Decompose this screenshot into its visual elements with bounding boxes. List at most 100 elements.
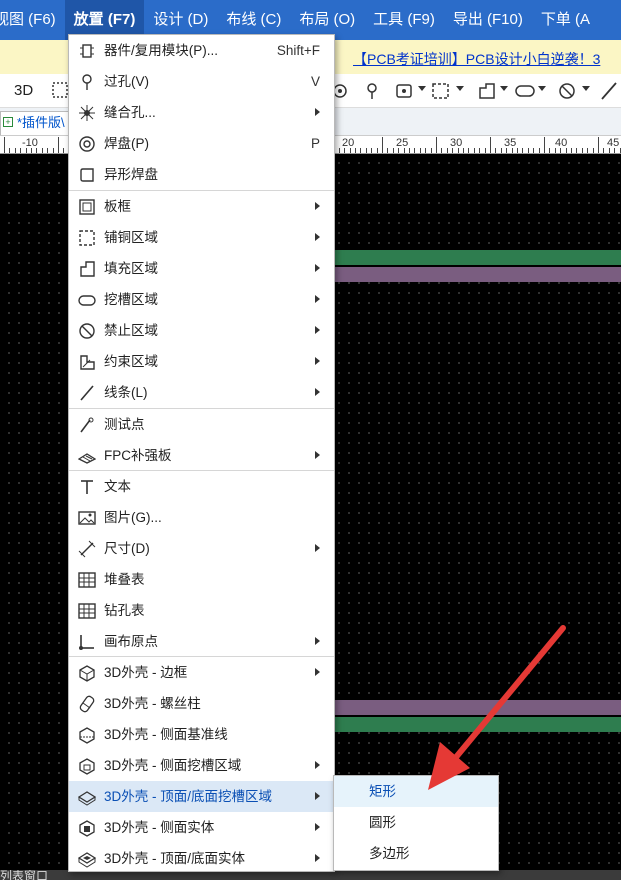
menu-item[interactable]: 测试点: [69, 409, 334, 440]
test-point-icon: [80, 417, 94, 433]
menu-item[interactable]: 3D外壳 - 侧面实体: [69, 812, 334, 843]
menu-item[interactable]: 挖槽区域: [69, 284, 334, 315]
ruler-tick: [430, 148, 432, 153]
3d-view-button[interactable]: 3D: [14, 82, 33, 99]
menu-item[interactable]: 钻孔表: [69, 595, 334, 626]
ruler-tick: [565, 148, 567, 153]
side-slot-icon: [79, 758, 95, 775]
menu-item[interactable]: 铺铜区域: [69, 222, 334, 253]
ruler-tick: [63, 148, 65, 153]
plugin-icon: +: [3, 117, 13, 127]
menu-item[interactable]: 3D外壳 - 顶面/底面挖槽区域: [69, 781, 334, 812]
menu-item[interactable]: 尺寸(D): [69, 533, 334, 564]
menu-item[interactable]: 线条(L): [69, 377, 334, 408]
chevron-right-icon: [315, 637, 320, 645]
ruler-tick: [495, 148, 497, 153]
side-baseline-icon: [79, 727, 95, 744]
copper-track-green[interactable]: [330, 250, 621, 265]
component-icon: [80, 44, 94, 58]
menu-item-label: 约束区域: [104, 354, 158, 369]
menu-item-label: 画布原点: [104, 634, 158, 649]
chevron-down-icon[interactable]: [456, 86, 464, 91]
stiffener-icon: [78, 453, 96, 464]
menu-item[interactable]: 堆叠表: [69, 564, 334, 595]
via-place-icon[interactable]: [361, 80, 383, 102]
ruler-tick: [403, 148, 405, 153]
menu-item-shortcut: Shift+F: [276, 43, 320, 58]
promo-link[interactable]: 【PCB考证培训】PCB设计小白逆袭！3: [353, 49, 600, 69]
menu-item[interactable]: 3D外壳 - 螺丝柱: [69, 688, 334, 719]
slot-tool-icon[interactable]: [514, 80, 536, 102]
menu-item[interactable]: 过孔(V) V: [69, 66, 334, 97]
menu-item[interactable]: 图片(G)...: [69, 502, 334, 533]
menu-item[interactable]: 禁止区域: [69, 315, 334, 346]
chevron-right-icon: [315, 761, 320, 769]
menu-item[interactable]: 板框: [69, 191, 334, 222]
chevron-right-icon: [315, 854, 320, 862]
top-bottom-solid-icon: [78, 852, 96, 868]
chevron-down-icon[interactable]: [582, 86, 590, 91]
custom-pad-icon: [80, 168, 94, 182]
menu-item-label: 板框: [104, 199, 131, 214]
chevron-right-icon: [315, 295, 320, 303]
menu-item[interactable]: 画布原点: [69, 626, 334, 657]
ruler-tick: [398, 148, 400, 153]
pad-tool-icon[interactable]: [393, 80, 415, 102]
menu-item[interactable]: 3D外壳 - 顶面/底面实体: [69, 843, 334, 874]
submenu-item-rectangle[interactable]: 矩形: [334, 776, 498, 807]
copper-track-mauve[interactable]: [330, 267, 621, 282]
menu-item[interactable]: 缝合孔...: [69, 97, 334, 128]
side-solid-icon: [79, 820, 95, 837]
fill-area-tool-icon[interactable]: [476, 80, 498, 102]
chevron-down-icon[interactable]: [418, 86, 426, 91]
ruler-tick: [360, 148, 362, 153]
ruler-tick: [20, 148, 22, 153]
menu-item[interactable]: 异形焊盘: [69, 159, 334, 190]
constraint-area-icon: [80, 355, 95, 370]
ruler-tick: [4, 137, 5, 153]
menu-item-label: 过孔(V): [104, 74, 149, 89]
menu-item[interactable]: 填充区域: [69, 253, 334, 284]
ruler-tick: [436, 137, 437, 153]
menu-export[interactable]: 导出 (F10): [444, 0, 532, 40]
submenu-item-circle[interactable]: 圆形: [334, 807, 498, 838]
chevron-down-icon[interactable]: [538, 86, 546, 91]
menu-item[interactable]: 3D外壳 - 侧面基准线: [69, 719, 334, 750]
line-tool-icon[interactable]: [598, 80, 620, 102]
chevron-right-icon: [315, 668, 320, 676]
menu-item-shortcut: P: [310, 136, 320, 151]
menu-item-label: 3D外壳 - 螺丝柱: [104, 696, 201, 711]
ruler-tick: [47, 148, 49, 153]
copper-track-mauve[interactable]: [330, 700, 621, 715]
keepout-tool-icon[interactable]: [556, 80, 578, 102]
ruler-tick: [538, 148, 540, 153]
ruler-tick: [52, 148, 54, 153]
ruler-tick: [479, 148, 481, 153]
ruler-tick: [58, 137, 59, 153]
menu-item-label: 器件/复用模块(P)...: [104, 43, 218, 58]
copper-track-green[interactable]: [330, 717, 621, 732]
text-icon: [81, 480, 93, 494]
ruler-tick: [9, 148, 11, 153]
slot-area-icon: [78, 295, 96, 306]
copper-area-tool-icon[interactable]: [430, 80, 452, 102]
screw-post-icon: [79, 695, 95, 713]
menu-item-label: 测试点: [104, 417, 145, 432]
menu-item[interactable]: 器件/复用模块(P)... Shift+F: [69, 35, 334, 66]
menu-item[interactable]: 3D外壳 - 侧面挖槽区域: [69, 750, 334, 781]
menu-order[interactable]: 下单 (A: [532, 0, 599, 40]
menu-item[interactable]: 3D外壳 - 边框: [69, 657, 334, 688]
ruler-tick: [587, 148, 589, 153]
dimension-icon: [78, 540, 96, 558]
menu-view[interactable]: 视图 (F6): [0, 0, 65, 40]
submenu-item-polygon[interactable]: 多边形: [334, 838, 498, 869]
menu-item-label: 焊盘(P): [104, 136, 149, 151]
chevron-right-icon: [315, 544, 320, 552]
board-outline-icon: [79, 199, 95, 215]
menu-item[interactable]: 约束区域: [69, 346, 334, 377]
menu-item[interactable]: 文本: [69, 471, 334, 502]
chevron-down-icon[interactable]: [500, 86, 508, 91]
menu-item[interactable]: FPC补强板: [69, 440, 334, 471]
menu-item[interactable]: 焊盘(P) P: [69, 128, 334, 159]
menu-tools[interactable]: 工具 (F9): [364, 0, 444, 40]
